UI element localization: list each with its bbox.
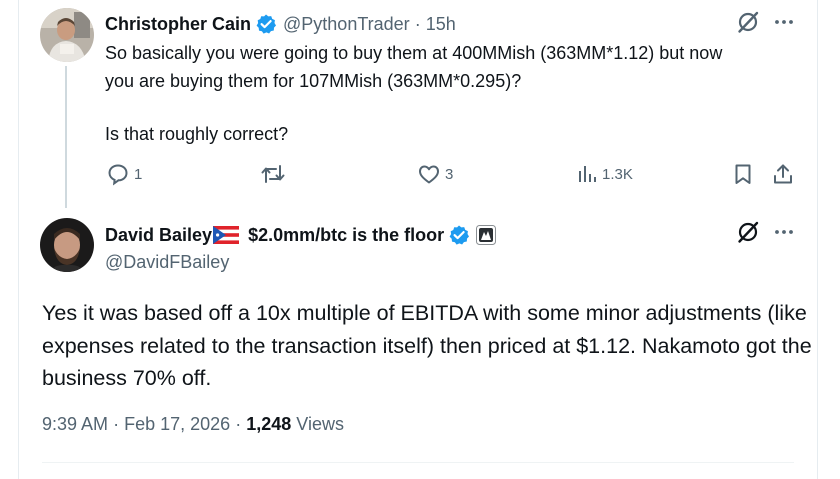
- views-label: Views: [296, 414, 344, 434]
- verified-badge-icon[interactable]: [448, 224, 470, 246]
- grok-icon[interactable]: [736, 10, 760, 34]
- views-icon: [576, 162, 598, 186]
- avatar[interactable]: [40, 218, 94, 272]
- like-icon: [417, 162, 441, 186]
- tweet-date[interactable]: Feb 17, 2026: [124, 414, 230, 434]
- like-button[interactable]: 3: [417, 162, 453, 186]
- more-icon[interactable]: [772, 10, 796, 34]
- reply-text-line: Is that roughly correct?: [105, 124, 289, 144]
- share-button[interactable]: [771, 162, 795, 186]
- puerto-rico-flag-icon: [213, 226, 240, 244]
- author-name[interactable]: David Bailey: [105, 225, 212, 246]
- divider: [42, 462, 794, 463]
- bookmark-button[interactable]: [731, 162, 755, 186]
- reply-count: 1: [134, 165, 143, 183]
- tweet-meta: 9:39 AM · Feb 17, 2026 · 1,248 Views: [42, 414, 344, 435]
- affiliate-badge-icon[interactable]: [476, 225, 497, 245]
- tweet-text: Yes it was based off a 10x multiple of E…: [42, 301, 812, 390]
- tweet-time[interactable]: 9:39 AM: [42, 414, 108, 434]
- separator-dot: ·: [235, 414, 242, 434]
- separator-dot: ·: [414, 13, 421, 34]
- verified-badge-icon[interactable]: [255, 13, 277, 35]
- views-number: 1,248: [246, 414, 292, 434]
- reply-action-bar: 1 3 1.3K: [0, 162, 840, 190]
- reply-text-line: So basically you were going to buy them …: [105, 43, 723, 63]
- reply-tweet-text: So basically you were going to buy them …: [105, 40, 805, 149]
- repost-button[interactable]: [260, 162, 290, 186]
- timestamp[interactable]: 15h: [426, 14, 456, 35]
- timeline-border-left: [18, 0, 19, 479]
- share-icon: [771, 162, 795, 186]
- author-handle[interactable]: @DavidFBailey: [105, 252, 229, 273]
- separator-dot: ·: [113, 414, 120, 434]
- timeline-border-right: [817, 0, 818, 479]
- views-count: 1.3K: [602, 165, 633, 183]
- reply-button[interactable]: 1: [106, 162, 142, 186]
- avatar[interactable]: [40, 8, 94, 62]
- like-count: 3: [445, 165, 454, 183]
- more-icon[interactable]: [772, 220, 796, 244]
- views-button[interactable]: 1.3K: [576, 162, 633, 186]
- author-name-suffix: $2.0mm/btc is the floor: [248, 224, 445, 245]
- author-name[interactable]: Christopher Cain: [105, 14, 251, 35]
- grok-icon[interactable]: [736, 220, 760, 244]
- reply-text-line: you are buying them for 107MMish (363MM*…: [105, 70, 522, 91]
- author-handle[interactable]: @PythonTrader: [283, 14, 410, 35]
- reply-icon: [106, 162, 130, 186]
- bookmark-icon: [731, 162, 755, 186]
- repost-icon: [260, 162, 286, 186]
